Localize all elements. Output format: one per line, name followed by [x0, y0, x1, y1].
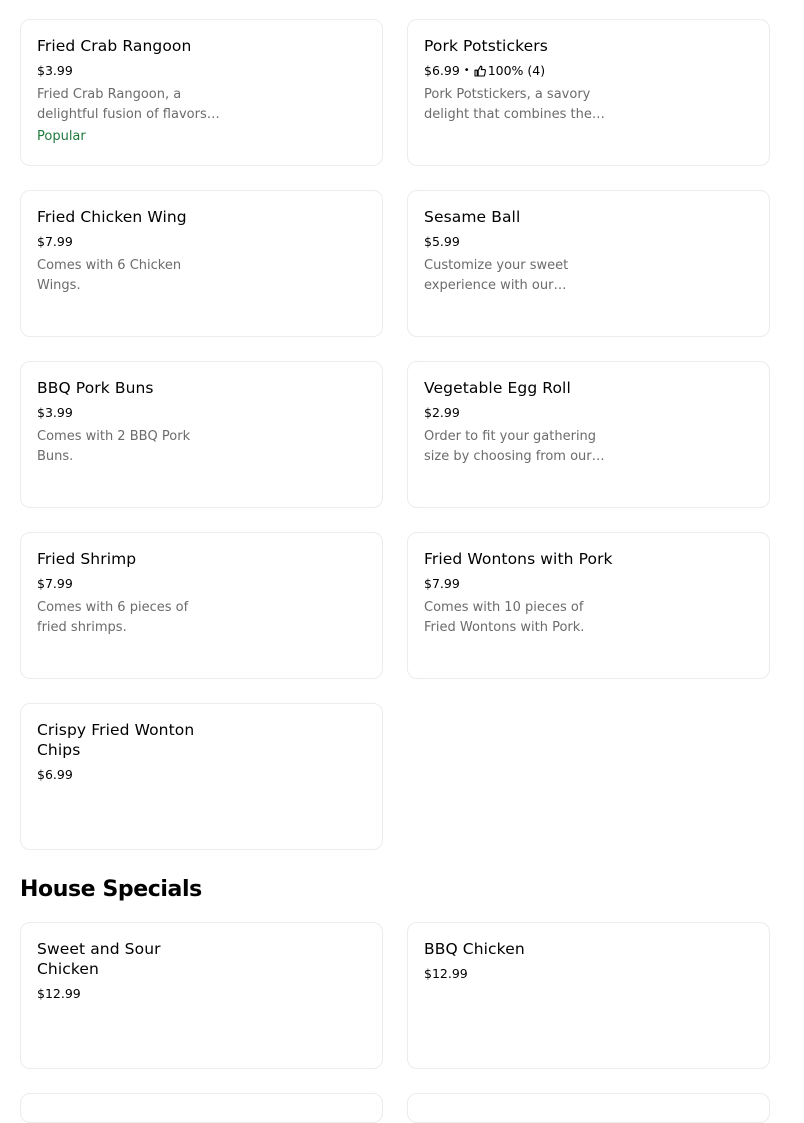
- popular-badge: Popular: [37, 129, 86, 144]
- item-title: Fried Chicken Wing: [37, 208, 187, 226]
- house-specials-grid: Sweet and Sour Chicken $12.99 BBQ Chicke…: [20, 922, 770, 1069]
- menu-item-text: Crispy Fried Wonton Chips $6.99: [37, 720, 227, 785]
- item-price: $2.99: [424, 405, 460, 420]
- menu-item-text: Fried Crab Rangoon $3.99 Fried Crab Rang…: [37, 36, 227, 147]
- menu-item-card[interactable]: Vegetable Egg Roll $2.99 Order to fit yo…: [407, 361, 770, 508]
- menu-item-text: Sesame Ball $5.99 Customize your sweet e…: [424, 207, 614, 296]
- menu-items-grid: Fried Crab Rangoon $3.99 Fried Crab Rang…: [20, 19, 770, 850]
- menu-item-card-partial[interactable]: [20, 1093, 383, 1123]
- item-price: $6.99: [424, 63, 460, 78]
- item-price: $7.99: [424, 576, 460, 591]
- item-title: Vegetable Egg Roll: [424, 379, 571, 397]
- item-title: Sesame Ball: [424, 208, 521, 226]
- menu-item-text: Pork Potstickers $6.99 • 100% (4) Pork P…: [424, 36, 614, 125]
- item-price-line: $12.99: [424, 964, 614, 984]
- menu-item-card[interactable]: Sweet and Sour Chicken $12.99: [20, 922, 383, 1069]
- menu-item-card[interactable]: Fried Wontons with Pork $7.99 Comes with…: [407, 532, 770, 679]
- menu-item-text: BBQ Pork Buns $3.99 Comes with 2 BBQ Por…: [37, 378, 227, 467]
- item-price-line: $2.99: [424, 403, 614, 423]
- item-description: Comes with 6 Chicken Wings.: [37, 258, 182, 293]
- menu-item-card[interactable]: Crispy Fried Wonton Chips $6.99: [20, 703, 383, 850]
- menu-item-text: BBQ Chicken $12.99: [424, 939, 614, 984]
- menu-item-card-partial[interactable]: [407, 1093, 770, 1123]
- menu-item-card[interactable]: BBQ Pork Buns $3.99 Comes with 2 BBQ Por…: [20, 361, 383, 508]
- item-description: Comes with 6 pieces of fried shrimps.: [37, 600, 189, 635]
- item-description: Comes with 10 pieces of Fried Wontons wi…: [424, 600, 585, 635]
- item-title: Fried Crab Rangoon: [37, 37, 192, 55]
- section-heading-house-specials: House Specials: [20, 877, 202, 902]
- separator-dot: •: [463, 65, 470, 76]
- item-title: BBQ Chicken: [424, 940, 525, 958]
- item-title: Fried Shrimp: [37, 550, 137, 568]
- item-description: Customize your sweet experience with our…: [424, 258, 569, 293]
- item-price: $12.99: [37, 986, 81, 1001]
- item-title: Sweet and Sour Chicken: [37, 940, 161, 978]
- item-description: Comes with 2 BBQ Pork Buns.: [37, 429, 191, 464]
- item-price: $12.99: [424, 966, 468, 981]
- menu-item-text: Vegetable Egg Roll $2.99 Order to fit yo…: [424, 378, 614, 467]
- item-title: Crispy Fried Wonton Chips: [37, 721, 195, 759]
- item-price: $7.99: [37, 234, 73, 249]
- menu-item-card[interactable]: Fried Chicken Wing $7.99 Comes with 6 Ch…: [20, 190, 383, 337]
- item-price: $7.99: [37, 576, 73, 591]
- item-price-line: $7.99: [424, 574, 614, 594]
- item-price-line: $7.99: [37, 232, 227, 252]
- item-price-line: $3.99: [37, 61, 227, 81]
- menu-item-card[interactable]: Fried Crab Rangoon $3.99 Fried Crab Rang…: [20, 19, 383, 166]
- item-description: Order to fit your gathering size by choo…: [424, 429, 605, 464]
- menu-item-card[interactable]: Sesame Ball $5.99 Customize your sweet e…: [407, 190, 770, 337]
- menu-item-text: Fried Chicken Wing $7.99 Comes with 6 Ch…: [37, 207, 227, 296]
- item-price-line: $6.99 • 100% (4): [424, 61, 614, 81]
- item-price-line: $6.99: [37, 765, 227, 785]
- menu-item-text: Sweet and Sour Chicken $12.99: [37, 939, 227, 1004]
- menu-item-card[interactable]: Pork Potstickers $6.99 • 100% (4) Pork P…: [407, 19, 770, 166]
- thumbs-up-icon: [474, 65, 486, 77]
- menu-item-text: Fried Shrimp $7.99 Comes with 6 pieces o…: [37, 549, 227, 638]
- item-rating: 100% (4): [487, 63, 546, 78]
- menu-item-text: Fried Wontons with Pork $7.99 Comes with…: [424, 549, 614, 638]
- item-price: $6.99: [37, 767, 73, 782]
- menu-item-card[interactable]: Fried Shrimp $7.99 Comes with 6 pieces o…: [20, 532, 383, 679]
- item-title: BBQ Pork Buns: [37, 379, 154, 397]
- item-price-line: $5.99: [424, 232, 614, 252]
- item-title: Fried Wontons with Pork: [424, 550, 613, 568]
- item-price: $5.99: [424, 234, 460, 249]
- item-description: Fried Crab Rangoon, a delightful fusion …: [37, 87, 220, 122]
- item-description: Pork Potstickers, a savory delight that …: [424, 87, 605, 122]
- item-title: Pork Potstickers: [424, 37, 548, 55]
- item-price: $3.99: [37, 63, 73, 78]
- menu-item-card[interactable]: BBQ Chicken $12.99: [407, 922, 770, 1069]
- item-price-line: $3.99: [37, 403, 227, 423]
- item-price: $3.99: [37, 405, 73, 420]
- item-price-line: $12.99: [37, 984, 227, 1004]
- item-price-line: $7.99: [37, 574, 227, 594]
